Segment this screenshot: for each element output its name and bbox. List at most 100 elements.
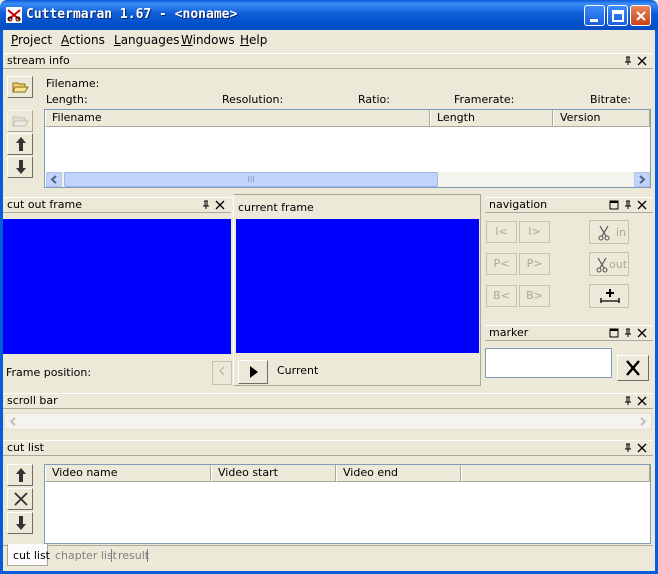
add-marker-button[interactable] xyxy=(589,284,629,308)
close-icon[interactable] xyxy=(637,328,647,338)
pin-icon[interactable] xyxy=(623,56,633,66)
current-frame-title: current frame xyxy=(238,201,314,214)
pin-icon[interactable] xyxy=(201,200,211,210)
cut-out-frame-header: cut out frame xyxy=(3,197,231,213)
maximize-icon[interactable] xyxy=(609,328,619,338)
next-iframe-button[interactable]: I> xyxy=(519,221,550,243)
cut-delete-button[interactable] xyxy=(7,488,33,510)
next-bframe-button[interactable]: B> xyxy=(519,285,550,307)
column-length[interactable]: Length xyxy=(430,110,553,127)
stream-info-title: stream info xyxy=(7,54,70,67)
tab-cut-list[interactable]: cut list xyxy=(13,546,50,566)
maximize-icon[interactable] xyxy=(609,200,619,210)
navigation-title: navigation xyxy=(489,198,548,211)
delete-icon xyxy=(14,492,28,506)
folder-open-icon xyxy=(12,82,29,93)
cut-out-button[interactable]: out xyxy=(589,252,629,276)
frame-position-label: Frame position: xyxy=(6,366,92,379)
move-down-button[interactable] xyxy=(7,156,33,178)
tab-separator xyxy=(111,549,112,562)
timeline-scrollbar[interactable] xyxy=(4,413,652,430)
cut-in-label: in xyxy=(616,226,627,239)
menu-windows[interactable]: Windows xyxy=(181,33,235,47)
cut-out-frame-title: cut out frame xyxy=(7,198,82,211)
app-icon[interactable] xyxy=(6,7,22,23)
stream-list-hscrollbar[interactable]: III xyxy=(46,172,650,187)
close-icon[interactable] xyxy=(637,56,647,66)
tab-separator xyxy=(147,549,148,562)
marker-list[interactable] xyxy=(485,348,612,378)
timeline-right-button[interactable] xyxy=(635,414,651,429)
cut-list-header: cut list xyxy=(3,440,653,456)
close-icon[interactable] xyxy=(637,443,647,453)
current-position-label: Current xyxy=(277,364,319,377)
chevron-right-icon xyxy=(639,175,646,184)
scissors-icon xyxy=(596,257,608,273)
maximize-button[interactable] xyxy=(607,5,628,26)
add-marker-icon xyxy=(600,289,620,303)
current-frame-video xyxy=(236,219,479,353)
tab-chapter-list[interactable]: chapter list xyxy=(55,546,117,566)
cut-move-down-button[interactable] xyxy=(7,512,33,534)
chevron-right-icon xyxy=(640,417,647,426)
column-version[interactable]: Version xyxy=(553,110,650,127)
delete-icon xyxy=(626,360,640,376)
marker-header: marker xyxy=(485,325,653,341)
column-filename[interactable]: Filename xyxy=(45,110,430,127)
menu-bar: Project Actions Languages Windows Help xyxy=(0,30,658,50)
arrow-up-icon xyxy=(16,137,26,151)
chevron-left-icon xyxy=(50,175,57,184)
close-icon[interactable] xyxy=(637,396,647,406)
minimize-button[interactable] xyxy=(584,5,605,26)
menu-project[interactable]: Project xyxy=(11,33,52,47)
cut-in-button[interactable]: in xyxy=(589,220,629,244)
add-file-button[interactable] xyxy=(7,110,33,132)
scroll-thumb[interactable]: III xyxy=(64,172,438,187)
column-video-end[interactable]: Video end xyxy=(336,465,461,482)
close-window-button[interactable] xyxy=(630,5,651,26)
column-filler xyxy=(461,465,650,482)
timeline-left-button[interactable] xyxy=(5,414,21,429)
arrow-up-icon xyxy=(16,468,26,482)
play-icon xyxy=(250,366,258,378)
scroll-right-button[interactable] xyxy=(634,172,650,187)
length-label: Length: xyxy=(46,93,88,106)
cut-out-frame-video xyxy=(3,219,231,354)
scissors-icon xyxy=(598,225,610,241)
delete-marker-button[interactable] xyxy=(617,355,649,381)
pin-icon[interactable] xyxy=(623,396,633,406)
menu-languages[interactable]: Languages xyxy=(114,33,179,47)
cut-move-up-button[interactable] xyxy=(7,464,33,486)
menu-actions[interactable]: Actions xyxy=(61,33,105,47)
folder-open-icon xyxy=(12,116,29,127)
scroll-bar-header: scroll bar xyxy=(3,393,653,409)
framerate-label: Framerate: xyxy=(454,93,515,106)
pin-icon[interactable] xyxy=(623,200,633,210)
cut-list-table[interactable]: Video name Video start Video end xyxy=(44,464,651,544)
pin-icon[interactable] xyxy=(623,443,633,453)
column-video-start[interactable]: Video start xyxy=(211,465,336,482)
prev-bframe-button[interactable]: B< xyxy=(486,285,517,307)
open-file-button[interactable] xyxy=(7,76,33,98)
cut-list-title: cut list xyxy=(7,441,44,454)
next-pframe-button[interactable]: P> xyxy=(519,253,550,275)
previous-frame-button[interactable] xyxy=(212,361,232,385)
play-button[interactable] xyxy=(238,360,268,384)
scroll-left-button[interactable] xyxy=(46,172,62,187)
prev-pframe-button[interactable]: P< xyxy=(486,253,517,275)
close-icon[interactable] xyxy=(215,200,225,210)
tab-result[interactable]: result xyxy=(118,546,149,566)
arrow-down-icon xyxy=(16,160,26,174)
close-icon[interactable] xyxy=(637,200,647,210)
menu-help[interactable]: Help xyxy=(240,33,267,47)
stream-file-list[interactable]: Filename Length Version III xyxy=(44,109,651,188)
window-title: Cuttermaran 1.67 - <noname> xyxy=(26,7,238,22)
move-up-button[interactable] xyxy=(7,133,33,155)
bitrate-label: Bitrate: xyxy=(590,93,631,106)
ratio-label: Ratio: xyxy=(358,93,390,106)
prev-iframe-button[interactable]: I< xyxy=(486,221,517,243)
arrow-down-icon xyxy=(16,516,26,530)
cut-out-label: out xyxy=(609,258,628,271)
column-video-name[interactable]: Video name xyxy=(45,465,211,482)
pin-icon[interactable] xyxy=(623,328,633,338)
